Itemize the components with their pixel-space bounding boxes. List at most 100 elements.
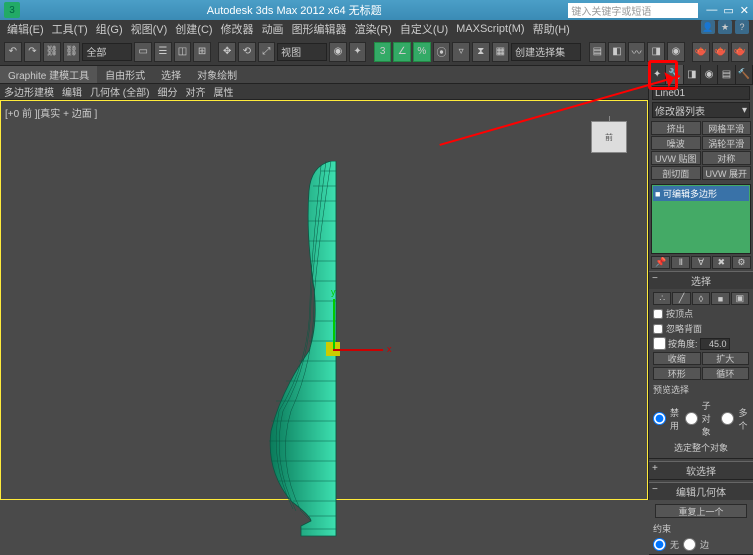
close-button[interactable]: ✕ (740, 4, 749, 17)
tab-modify[interactable]: 🔧 (666, 65, 683, 84)
angle-snap-button[interactable]: ∠ (393, 42, 411, 62)
subribbon-polymodel[interactable]: 多边形建模 (4, 84, 54, 99)
undo-button[interactable]: ↶ (4, 42, 22, 62)
menu-help[interactable]: 帮助(H) (530, 21, 573, 37)
curve-editor-button[interactable]: 〰 (628, 42, 646, 62)
so-polygon-button[interactable]: ■ (711, 292, 729, 305)
selection-filter-dropdown[interactable]: 全部 (82, 43, 132, 61)
grow-button[interactable]: 扩大 (702, 352, 750, 365)
so-vertex-button[interactable]: ∴ (653, 292, 671, 305)
tab-create[interactable]: ✦ (649, 65, 666, 84)
loop-button[interactable]: 循环 (702, 367, 750, 380)
named-selection-button[interactable]: ▿ (452, 42, 470, 62)
percent-snap-button[interactable]: % (413, 42, 431, 62)
menu-view[interactable]: 视图(V) (128, 21, 171, 37)
tab-display[interactable]: ▤ (718, 65, 735, 84)
mod-uvwmap-button[interactable]: UVW 贴图 (651, 151, 701, 165)
ring-button[interactable]: 环形 (653, 367, 701, 380)
menu-edit[interactable]: 编辑(E) (4, 21, 47, 37)
tab-utilities[interactable]: 🔨 (736, 65, 753, 84)
align-button[interactable]: ▦ (492, 42, 510, 62)
mirror-button[interactable]: ⧗ (472, 42, 490, 62)
subribbon-subdivision[interactable]: 细分 (157, 84, 177, 99)
tab-motion[interactable]: ◉ (701, 65, 718, 84)
subribbon-geometry[interactable]: 几何体 (全部) (90, 84, 149, 99)
select-button[interactable]: ▭ (134, 42, 152, 62)
object-name-input[interactable] (652, 86, 750, 100)
tab-hierarchy[interactable]: ◨ (684, 65, 701, 84)
move-button[interactable]: ✥ (218, 42, 236, 62)
stack-remove-button[interactable]: ✖ (712, 256, 731, 269)
layer-manager-button[interactable]: ▤ (589, 42, 607, 62)
mod-noise-button[interactable]: 噪波 (651, 136, 701, 150)
ribbon-tab-freeform[interactable]: 自由形式 (97, 66, 153, 83)
help-search-input[interactable]: 键入关键字或短语 (568, 3, 698, 18)
unlink-button[interactable]: ⛓ (63, 42, 81, 62)
subribbon-edit[interactable]: 编辑 (62, 84, 82, 99)
snap-toggle-button[interactable]: 3 (374, 42, 392, 62)
stack-item-editable-poly[interactable]: ■ 可编辑多边形 (653, 186, 749, 201)
constraint-edge-radio[interactable] (683, 538, 696, 551)
render-frame-button[interactable]: 🫖 (712, 42, 730, 62)
select-by-name-button[interactable]: ☰ (154, 42, 172, 62)
scale-button[interactable]: ⤢ (258, 42, 276, 62)
render-button[interactable]: 🫖 (731, 42, 749, 62)
render-setup-button[interactable]: 🫖 (692, 42, 710, 62)
stack-config-button[interactable]: ⚙ (732, 256, 751, 269)
rollout-selection-header[interactable]: −选择 (649, 272, 753, 289)
angle-spinner[interactable]: 45.0 (700, 338, 730, 350)
by-vertex-checkbox[interactable] (653, 309, 663, 319)
viewcube[interactable]: 前 (591, 121, 627, 153)
mod-unwrap-button[interactable]: UVW 展开 (702, 166, 752, 180)
modifier-list-dropdown[interactable]: 修改器列表▾ (652, 102, 750, 118)
graphite-button[interactable]: ◧ (608, 42, 626, 62)
ribbon-tab-objectpaint[interactable]: 对象绘制 (189, 66, 245, 83)
so-edge-button[interactable]: ╱ (672, 292, 690, 305)
schematic-view-button[interactable]: ◨ (647, 42, 665, 62)
ignore-backfacing-checkbox[interactable] (653, 324, 663, 334)
menu-grapheditors[interactable]: 图形编辑器 (289, 21, 350, 37)
menu-rendering[interactable]: 渲染(R) (352, 21, 395, 37)
mod-extrude-button[interactable]: 挤出 (651, 121, 701, 135)
by-angle-checkbox[interactable] (653, 337, 666, 350)
ref-coord-dropdown[interactable]: 视图 (277, 43, 327, 61)
rotate-button[interactable]: ⟲ (238, 42, 256, 62)
stack-pin-button[interactable]: 📌 (651, 256, 670, 269)
rollout-editgeom-header[interactable]: −编辑几何体 (649, 483, 753, 500)
ribbon-tab-selection[interactable]: 选择 (153, 66, 189, 83)
viewport-front[interactable]: [+0 前 ][真实 + 边面 ] 前 (0, 100, 648, 500)
stack-unique-button[interactable]: ∀ (691, 256, 710, 269)
redo-button[interactable]: ↷ (24, 42, 42, 62)
rollout-soft-header[interactable]: +软选择 (649, 462, 753, 479)
maximize-button[interactable]: ▭ (723, 4, 733, 17)
spinner-snap-button[interactable]: ⦿ (433, 42, 451, 62)
help-icon[interactable]: ? (735, 20, 749, 34)
menu-tools[interactable]: 工具(T) (49, 21, 91, 37)
menu-animation[interactable]: 动画 (259, 21, 287, 37)
menu-customize[interactable]: 自定义(U) (397, 21, 451, 37)
ribbon-tab-modeling[interactable]: Graphite 建模工具 (0, 66, 97, 83)
menu-modifiers[interactable]: 修改器 (218, 21, 257, 37)
preview-multi-radio[interactable] (721, 412, 734, 425)
menu-maxscript[interactable]: MAXScript(M) (453, 23, 527, 35)
preview-subobj-radio[interactable] (685, 412, 698, 425)
mod-symmetry-button[interactable]: 对称 (702, 151, 752, 165)
so-element-button[interactable]: ▣ (731, 292, 749, 305)
subribbon-properties[interactable]: 属性 (213, 84, 233, 99)
named-selection-dropdown[interactable]: 创建选择集 (511, 43, 581, 61)
window-crossing-button[interactable]: ⊞ (193, 42, 211, 62)
signin-icon[interactable]: 👤 (701, 20, 715, 34)
mod-slice-button[interactable]: 剖切面 (651, 166, 701, 180)
menu-create[interactable]: 创建(C) (172, 21, 215, 37)
preview-off-radio[interactable] (653, 412, 666, 425)
viewport-label[interactable]: [+0 前 ][真实 + 边面 ] (5, 105, 97, 120)
favorite-icon[interactable]: ★ (718, 20, 732, 34)
minimize-button[interactable]: — (706, 4, 717, 17)
mod-turbosmooth-button[interactable]: 涡轮平滑 (702, 136, 752, 150)
app-icon[interactable]: 3 (4, 2, 20, 18)
so-border-button[interactable]: ◊ (692, 292, 710, 305)
subribbon-align[interactable]: 对齐 (185, 84, 205, 99)
pivot-button[interactable]: ◉ (329, 42, 347, 62)
link-button[interactable]: ⛓ (43, 42, 61, 62)
repeat-last-button[interactable]: 重复上一个 (655, 504, 747, 518)
